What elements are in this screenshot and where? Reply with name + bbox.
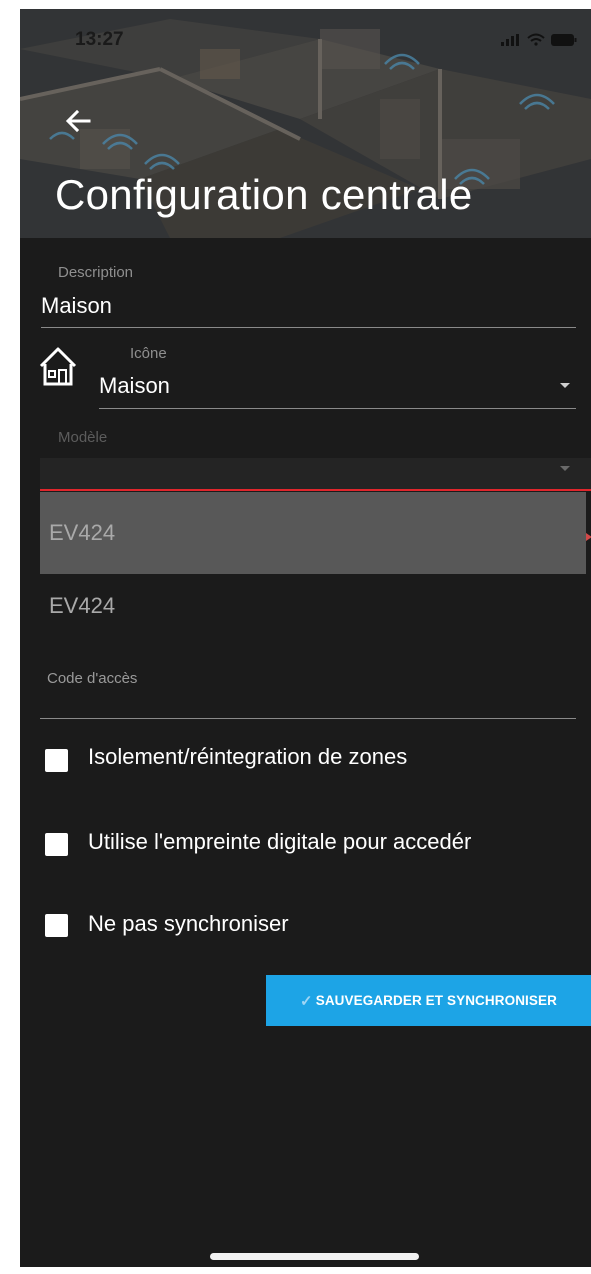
scroll-marker (586, 533, 591, 541)
zone-isolation-label: Isolement/réintegration de zones (88, 744, 408, 769)
zone-isolation-checkbox[interactable] (45, 749, 68, 772)
battery-icon (551, 34, 577, 46)
chevron-down-icon[interactable] (560, 383, 570, 388)
description-input[interactable]: Maison (41, 293, 112, 319)
arrow-left-icon (65, 110, 91, 132)
description-label: Description (58, 264, 134, 281)
fingerprint-checkbox[interactable] (45, 833, 68, 856)
description-underline (41, 327, 576, 328)
model-option[interactable]: EV424 (40, 492, 586, 574)
back-button[interactable] (58, 101, 98, 141)
access-code-underline (40, 718, 576, 719)
page-title: Configuration centrale (55, 171, 473, 218)
model-option[interactable]: EV424 (40, 565, 586, 647)
wifi-icon (527, 33, 545, 46)
status-icons (501, 33, 577, 46)
no-sync-checkbox[interactable] (45, 914, 68, 937)
access-code-label: Code d'accès (47, 670, 138, 687)
icon-select[interactable]: Maison (99, 373, 170, 399)
icon-underline (99, 408, 576, 409)
fingerprint-label: Utilise l'empreinte digitale pour accedé… (88, 829, 472, 854)
access-code-input[interactable] (47, 689, 567, 715)
house-icon (39, 347, 77, 386)
app-screen: 13:27 Configuration centrale Description… (20, 9, 591, 1267)
status-time: 13:27 (75, 29, 124, 50)
model-error-underline (40, 489, 591, 491)
chevron-down-icon[interactable] (560, 466, 570, 471)
model-select[interactable] (40, 458, 591, 491)
signal-icon (501, 34, 519, 46)
no-sync-label: Ne pas synchroniser (88, 911, 289, 936)
model-label: Modèle (58, 429, 108, 446)
home-indicator[interactable] (210, 1253, 419, 1260)
save-and-sync-label: SAUVEGARDER ET SYNCHRONISER (315, 993, 557, 1008)
header: 13:27 Configuration centrale (20, 9, 591, 238)
icon-label: Icône (130, 345, 167, 362)
check-icon: ✓ (300, 992, 313, 1010)
save-and-sync-button[interactable]: ✓ SAUVEGARDER ET SYNCHRONISER (266, 975, 591, 1026)
